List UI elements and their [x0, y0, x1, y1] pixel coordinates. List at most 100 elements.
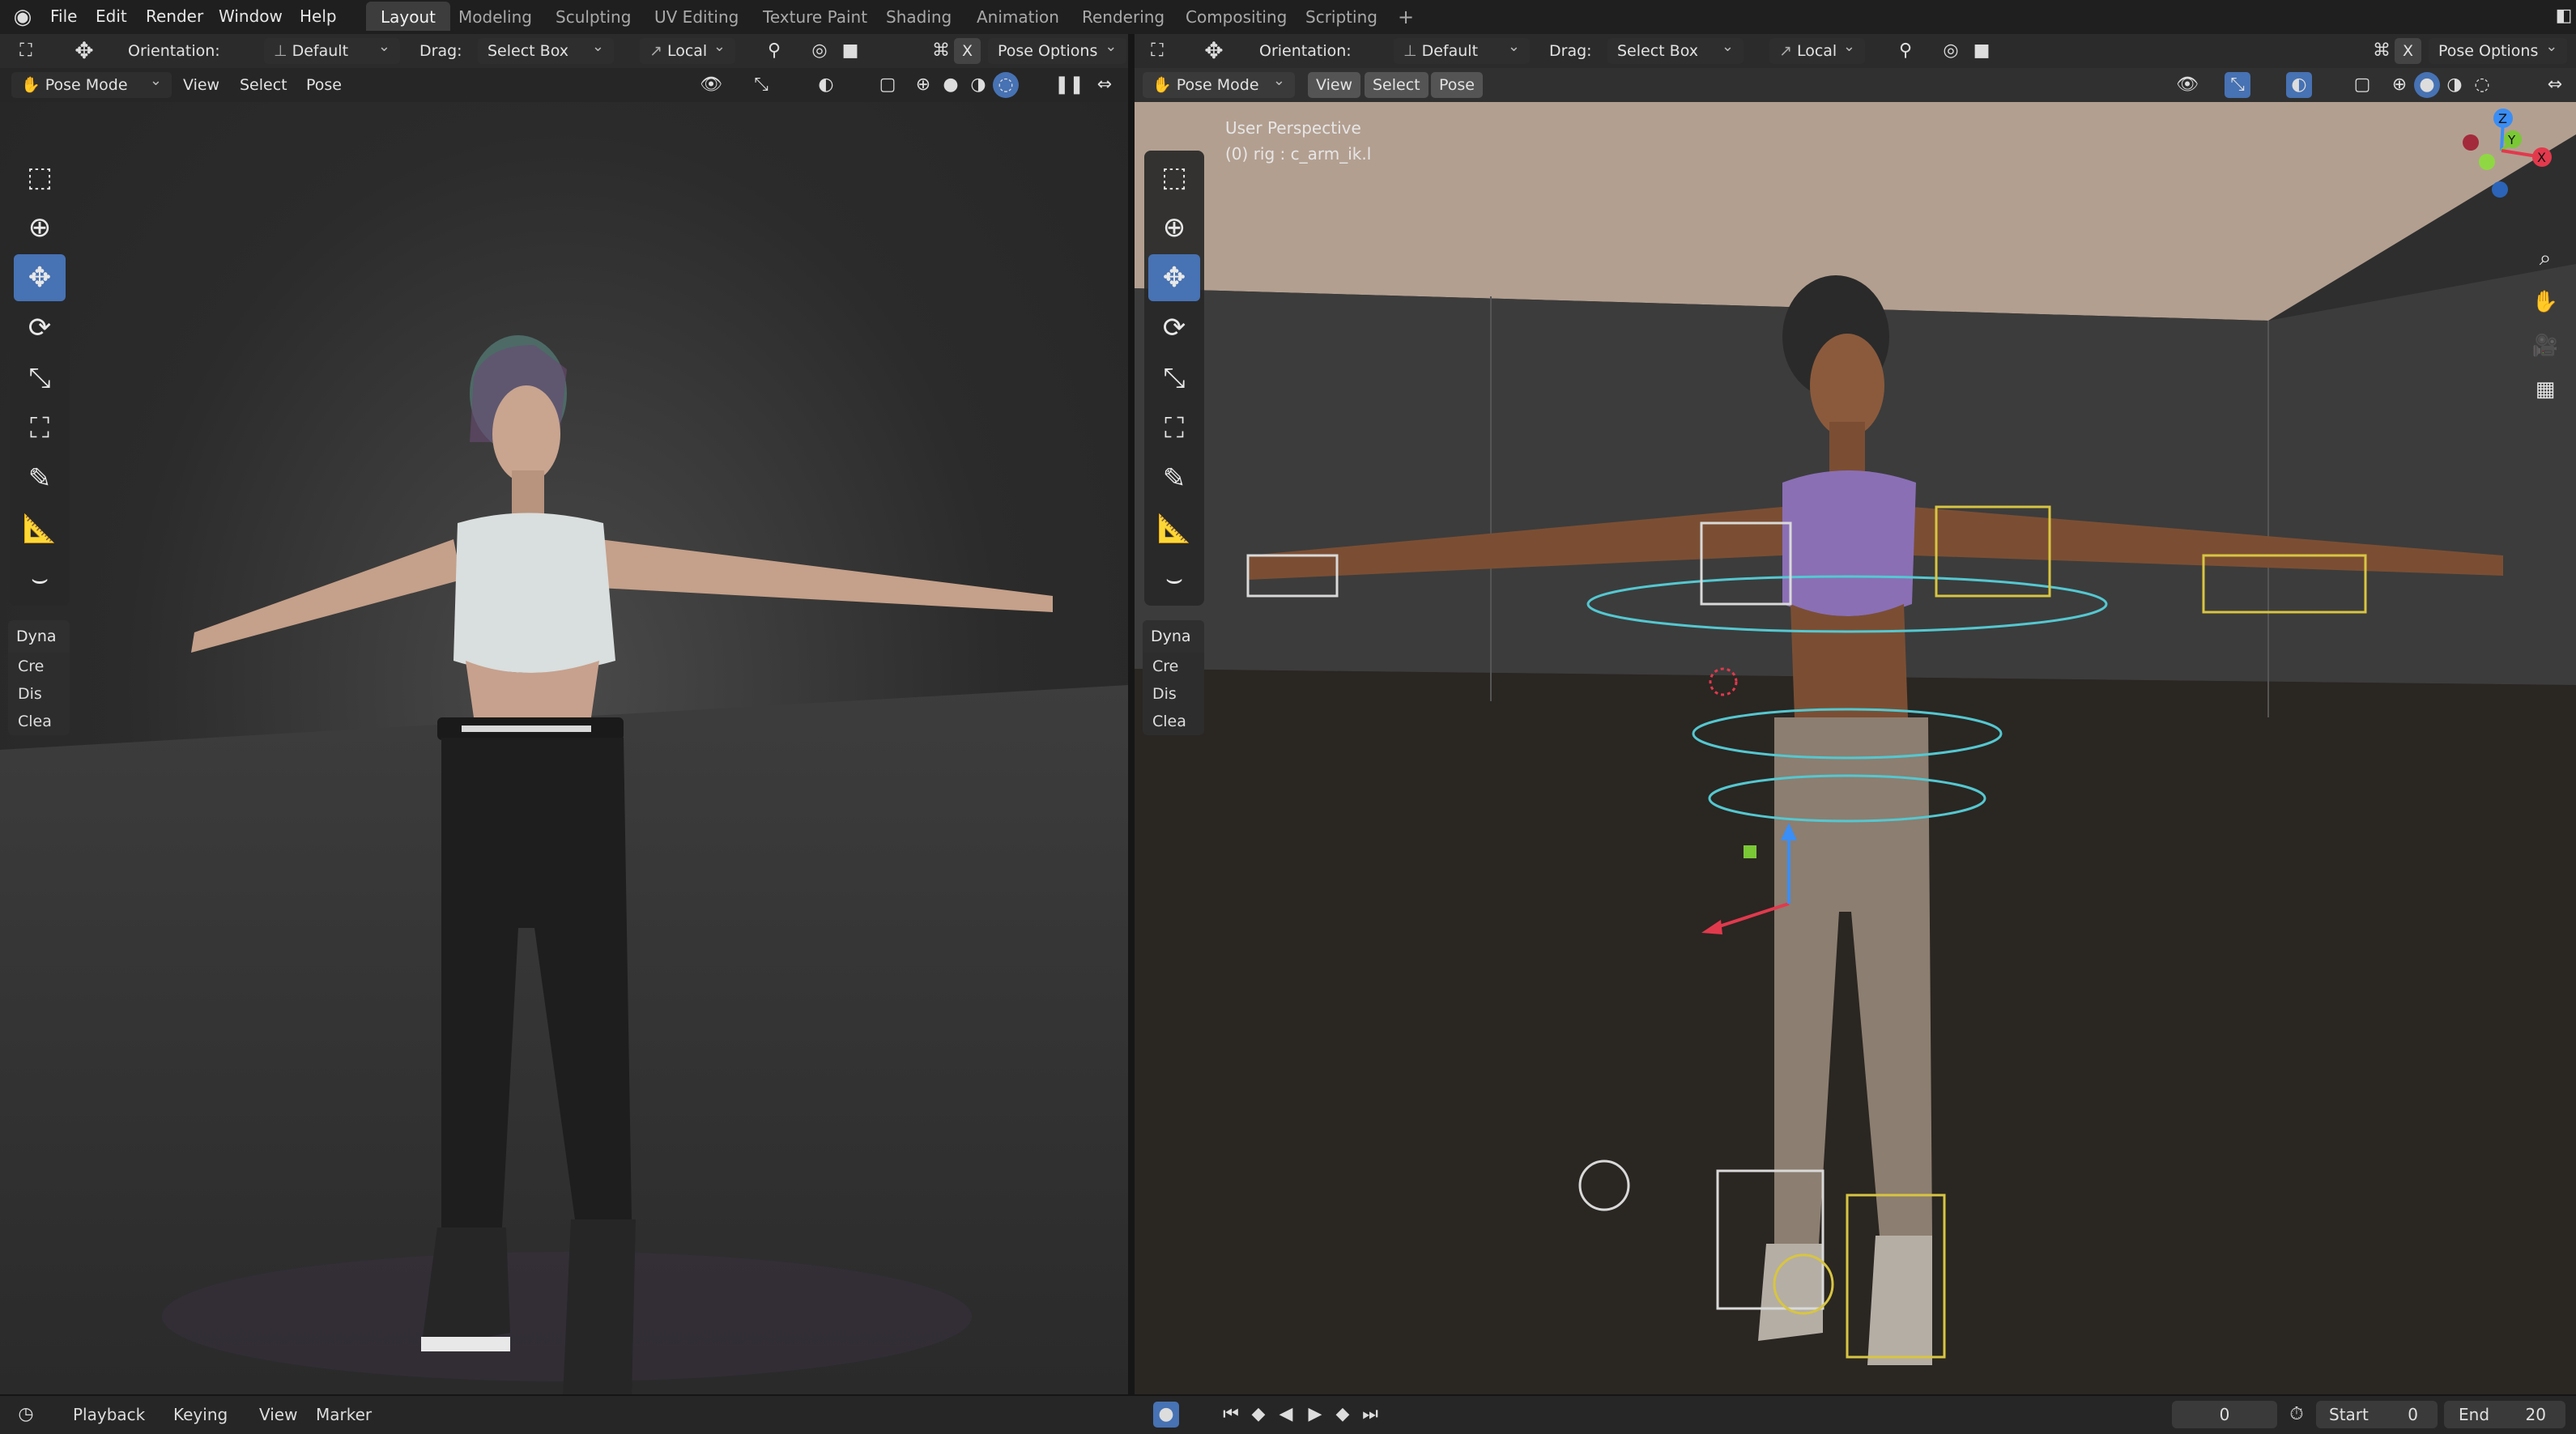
material-shading-icon[interactable]: ◑ [965, 72, 991, 98]
navigation-gizmo[interactable]: Z Y X [2446, 102, 2568, 232]
tab-uv-editing[interactable]: UV Editing [640, 2, 753, 31]
menu-help[interactable]: Help [300, 0, 337, 34]
xray-icon[interactable]: ▢ [875, 72, 901, 98]
pose-tool-icon[interactable]: ⌣ [14, 555, 66, 602]
jump-start-icon[interactable]: ⏮ [1218, 1402, 1244, 1428]
zoom-icon[interactable]: ⌕ [2527, 240, 2564, 277]
editor-type-icon[interactable]: ⛶ [1144, 38, 1170, 64]
blender-logo-icon[interactable]: ◉ [10, 4, 36, 30]
pivot-dropdown[interactable]: ↗ Local [640, 34, 735, 64]
pause-render-icon[interactable]: ❚❚ [1054, 72, 1084, 98]
tab-scripting[interactable]: Scripting [1291, 2, 1392, 31]
gizmo-toggle-icon[interactable]: ⤡ [748, 72, 774, 98]
left-3d-viewport[interactable]: ⛶ ✥ Orientation: ⊥ Default Drag: Select … [0, 34, 1128, 1394]
tab-shading[interactable]: Shading [871, 2, 966, 31]
scale-tool-icon[interactable]: ⤡ [1148, 355, 1200, 402]
rendered-shading-icon[interactable]: ◌ [993, 72, 1019, 98]
menu-select[interactable]: Select [1365, 72, 1429, 98]
tab-texture-paint[interactable]: Texture Paint [748, 2, 882, 31]
menu-pose[interactable]: Pose [306, 72, 342, 98]
menu-window[interactable]: Window [219, 0, 283, 34]
dyna-dissolve-button[interactable]: Dis [8, 680, 70, 708]
snap-icon[interactable]: ⚲ [761, 38, 787, 64]
orientation-dropdown[interactable]: ⊥ Default [1394, 34, 1530, 64]
scene-icon[interactable]: ◧ [2551, 3, 2576, 29]
mirror-icon[interactable]: ⌘ [2369, 38, 2395, 64]
tab-compositing[interactable]: Compositing [1171, 2, 1301, 31]
right-3d-viewport[interactable]: ⛶ ✥ Orientation: ⊥ Default Drag: Select … [1135, 34, 2576, 1394]
menu-marker[interactable]: Marker [316, 1396, 372, 1434]
menu-file[interactable]: File [50, 0, 77, 34]
neg-x-axis-ball[interactable] [2463, 134, 2479, 151]
split-view-icon[interactable]: ⇔ [2542, 72, 2568, 98]
select-box-tool-icon[interactable]: ⬚ [14, 154, 66, 201]
split-view-icon[interactable]: ⇔ [1092, 72, 1118, 98]
gizmo-toggle-icon[interactable]: ⤡ [2225, 72, 2250, 98]
move-tool-icon[interactable]: ✥ [1148, 254, 1200, 301]
pan-hand-icon[interactable]: ✋ [2527, 283, 2564, 321]
neg-z-axis-ball[interactable] [2492, 181, 2508, 198]
solid-shading-icon[interactable]: ● [938, 72, 964, 98]
dyna-create-button[interactable]: Cre [1143, 653, 1204, 680]
dyna-title[interactable]: Dyna [1143, 620, 1204, 653]
rendered-shading-icon[interactable]: ◌ [2469, 72, 2495, 98]
dyna-clear-button[interactable]: Clea [1143, 708, 1204, 735]
tab-animation[interactable]: Animation [962, 2, 1074, 31]
measure-tool-icon[interactable]: 📐 [14, 505, 66, 552]
mode-dropdown[interactable]: ✋ Pose Mode [1143, 68, 1295, 98]
visibility-icon[interactable]: 👁 [698, 72, 724, 98]
dyna-title[interactable]: Dyna [8, 620, 70, 653]
annotate-tool-icon[interactable]: ✎ [1148, 455, 1200, 502]
wireframe-shading-icon[interactable]: ⊕ [2387, 72, 2412, 98]
transform-tool-icon[interactable]: ⛶ [1148, 405, 1200, 452]
camera-icon[interactable]: 🎥 [2527, 327, 2564, 364]
x-mirror-toggle[interactable]: X [2395, 38, 2422, 64]
grid-icon[interactable]: ▦ [2527, 371, 2564, 408]
timeline-editor-icon[interactable]: ◷ [13, 1402, 39, 1428]
material-shading-icon[interactable]: ◑ [2442, 72, 2467, 98]
tab-layout[interactable]: Layout [366, 2, 450, 31]
menu-pose[interactable]: Pose [1431, 72, 1483, 98]
cursor-tool-icon[interactable]: ⊕ [1148, 204, 1200, 251]
menu-view[interactable]: View [259, 1396, 297, 1434]
menu-render[interactable]: Render [146, 0, 203, 34]
pose-tool-icon[interactable]: ⌣ [1148, 555, 1200, 602]
menu-keying[interactable]: Keying [173, 1396, 228, 1434]
dyna-clear-button[interactable]: Clea [8, 708, 70, 735]
add-workspace-button[interactable]: + [1383, 2, 1429, 31]
color-swatch-icon[interactable]: ■ [837, 38, 863, 64]
menu-playback[interactable]: Playback [73, 1396, 145, 1434]
dyna-dissolve-button[interactable]: Dis [1143, 680, 1204, 708]
measure-tool-icon[interactable]: 📐 [1148, 505, 1200, 552]
transform-tool-icon[interactable]: ⛶ [14, 405, 66, 452]
menu-view[interactable]: View [1308, 72, 1361, 98]
wireframe-shading-icon[interactable]: ⊕ [910, 72, 936, 98]
play-reverse-icon[interactable]: ◀ [1273, 1402, 1299, 1428]
stopwatch-icon[interactable]: ⏱ [2284, 1402, 2310, 1428]
right-solid-view[interactable]: User Perspective (0) rig : c_arm_ik.l Z … [1135, 102, 2576, 1394]
color-swatch-icon[interactable]: ■ [1969, 38, 1995, 64]
annotate-tool-icon[interactable]: ✎ [14, 455, 66, 502]
tab-sculpting[interactable]: Sculpting [541, 2, 645, 31]
scale-tool-icon[interactable]: ⤡ [14, 355, 66, 402]
snap-icon[interactable]: ⚲ [1893, 38, 1918, 64]
left-render-view[interactable]: ⬚ ⊕ ✥ ⟳ ⤡ ⛶ ✎ 📐 ⌣ Dyna Cre Dis Clea [0, 102, 1128, 1394]
drag-dropdown[interactable]: Select Box [478, 34, 614, 64]
pose-options-dropdown[interactable]: Pose Options [988, 34, 1127, 64]
menu-view[interactable]: View [183, 72, 219, 98]
area-divider[interactable] [1128, 34, 1135, 1394]
move-tool-icon[interactable]: ✥ [14, 254, 66, 301]
visibility-icon[interactable]: 👁 [2174, 72, 2200, 98]
prev-keyframe-icon[interactable]: ◆ [1245, 1402, 1271, 1428]
jump-end-icon[interactable]: ⏭ [1357, 1402, 1383, 1428]
overlay-icon[interactable]: ◐ [2286, 72, 2312, 98]
pivot-dropdown[interactable]: ↗ Local [1769, 34, 1865, 64]
current-frame-field[interactable]: 0 [2172, 1401, 2277, 1428]
mirror-icon[interactable]: ⌘ [928, 38, 954, 64]
xray-icon[interactable]: ▢ [2349, 72, 2375, 98]
end-frame-field[interactable]: End 20 [2444, 1401, 2565, 1428]
mode-dropdown[interactable]: ✋ Pose Mode [11, 68, 172, 98]
auto-keying-icon[interactable]: ● [1153, 1402, 1179, 1428]
proportional-edit-icon[interactable]: ◎ [1938, 38, 1964, 64]
x-mirror-toggle[interactable]: X [954, 38, 981, 64]
